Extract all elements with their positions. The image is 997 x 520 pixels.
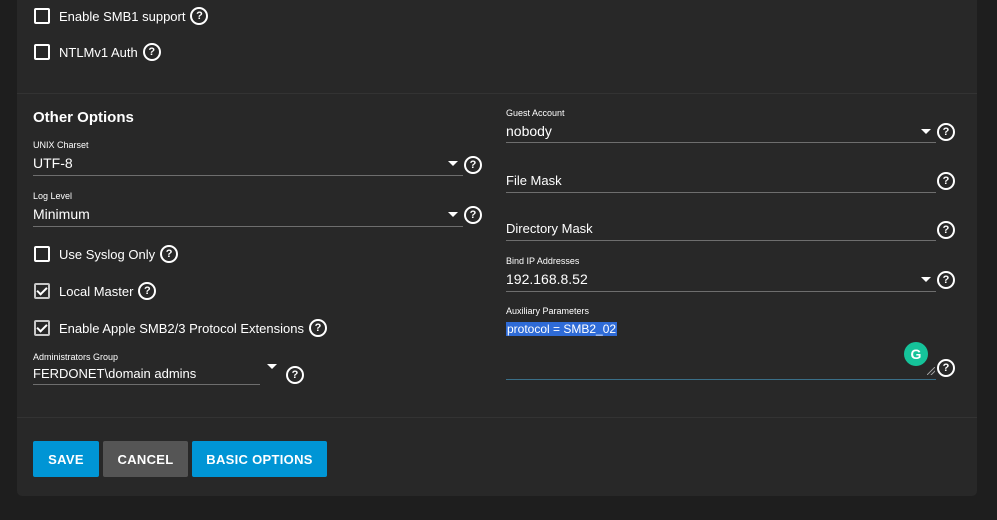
apple-extensions-checkbox[interactable]: [34, 320, 50, 336]
guest-account-label: Guest Account: [506, 108, 565, 118]
grammarly-icon[interactable]: G: [904, 342, 928, 366]
bind-ip-select[interactable]: 192.168.8.52: [506, 271, 588, 287]
help-icon[interactable]: ?: [308, 319, 327, 337]
help-icon[interactable]: ?: [142, 43, 161, 61]
local-master-row[interactable]: Local Master ?: [34, 281, 157, 301]
administrators-group-label: Administrators Group: [33, 352, 119, 362]
use-syslog-only-checkbox[interactable]: [34, 246, 50, 262]
resize-handle[interactable]: [927, 367, 935, 375]
auxiliary-parameters-textarea[interactable]: protocol = SMB2_02: [506, 320, 618, 338]
file-mask-input[interactable]: File Mask: [506, 173, 562, 188]
use-syslog-only-row[interactable]: Use Syslog Only ?: [34, 244, 179, 264]
help-icon[interactable]: ?: [190, 7, 209, 25]
chevron-down-icon[interactable]: [267, 364, 277, 369]
help-icon[interactable]: ?: [937, 221, 955, 239]
auxiliary-parameters-value: protocol = SMB2_02: [506, 322, 618, 336]
apple-extensions-label: Enable Apple SMB2/3 Protocol Extensions: [59, 320, 304, 336]
use-syslog-only-label: Use Syslog Only: [59, 246, 156, 262]
help-icon[interactable]: ?: [937, 123, 955, 141]
bind-ip-underline: [506, 291, 936, 292]
help-icon[interactable]: ?: [464, 206, 482, 224]
save-button[interactable]: SAVE: [33, 441, 99, 477]
cancel-button[interactable]: CANCEL: [103, 441, 188, 477]
log-level-select[interactable]: Minimum: [33, 206, 90, 222]
help-icon[interactable]: ?: [286, 366, 304, 384]
help-icon[interactable]: ?: [160, 245, 179, 263]
help-icon[interactable]: ?: [937, 271, 955, 289]
other-options-title: Other Options: [33, 109, 134, 126]
settings-card: Enable SMB1 support ? NTLMv1 Auth ? Othe…: [17, 0, 977, 496]
actions-divider: [17, 417, 977, 418]
ntlmv1-auth-checkbox[interactable]: [34, 44, 50, 60]
ntlmv1-auth-row[interactable]: NTLMv1 Auth ?: [34, 42, 161, 62]
chevron-down-icon[interactable]: [448, 212, 458, 217]
log-level-underline: [33, 226, 463, 227]
enable-smb1-row[interactable]: Enable SMB1 support ?: [34, 6, 209, 26]
chevron-down-icon[interactable]: [921, 277, 931, 282]
enable-smb1-checkbox[interactable]: [34, 8, 50, 24]
directory-mask-underline: [506, 240, 936, 241]
auxiliary-parameters-underline: [506, 379, 936, 380]
local-master-checkbox[interactable]: [34, 283, 50, 299]
auxiliary-parameters-label: Auxiliary Parameters: [506, 306, 590, 316]
help-icon[interactable]: ?: [464, 156, 482, 174]
administrators-group-underline: [33, 384, 260, 385]
basic-options-button[interactable]: BASIC OPTIONS: [192, 441, 327, 477]
ntlmv1-auth-label: NTLMv1 Auth: [59, 44, 138, 60]
log-level-label: Log Level: [33, 191, 73, 201]
help-icon[interactable]: ?: [937, 172, 955, 190]
guest-account-select[interactable]: nobody: [506, 123, 552, 139]
section-divider: [17, 93, 977, 94]
chevron-down-icon[interactable]: [921, 129, 931, 134]
help-icon[interactable]: ?: [937, 359, 955, 377]
help-icon[interactable]: ?: [138, 282, 157, 300]
guest-account-underline: [506, 142, 936, 143]
bind-ip-label: Bind IP Addresses: [506, 256, 580, 266]
apple-extensions-row[interactable]: Enable Apple SMB2/3 Protocol Extensions …: [34, 318, 327, 338]
local-master-label: Local Master: [59, 283, 134, 299]
directory-mask-input[interactable]: Directory Mask: [506, 221, 593, 236]
file-mask-underline: [506, 192, 936, 193]
unix-charset-label: UNIX Charset: [33, 140, 89, 150]
unix-charset-underline: [33, 175, 463, 176]
unix-charset-select[interactable]: UTF-8: [33, 155, 73, 171]
chevron-down-icon[interactable]: [448, 161, 458, 166]
administrators-group-input[interactable]: FERDONET\domain admins: [33, 366, 196, 381]
enable-smb1-label: Enable SMB1 support: [59, 8, 186, 24]
